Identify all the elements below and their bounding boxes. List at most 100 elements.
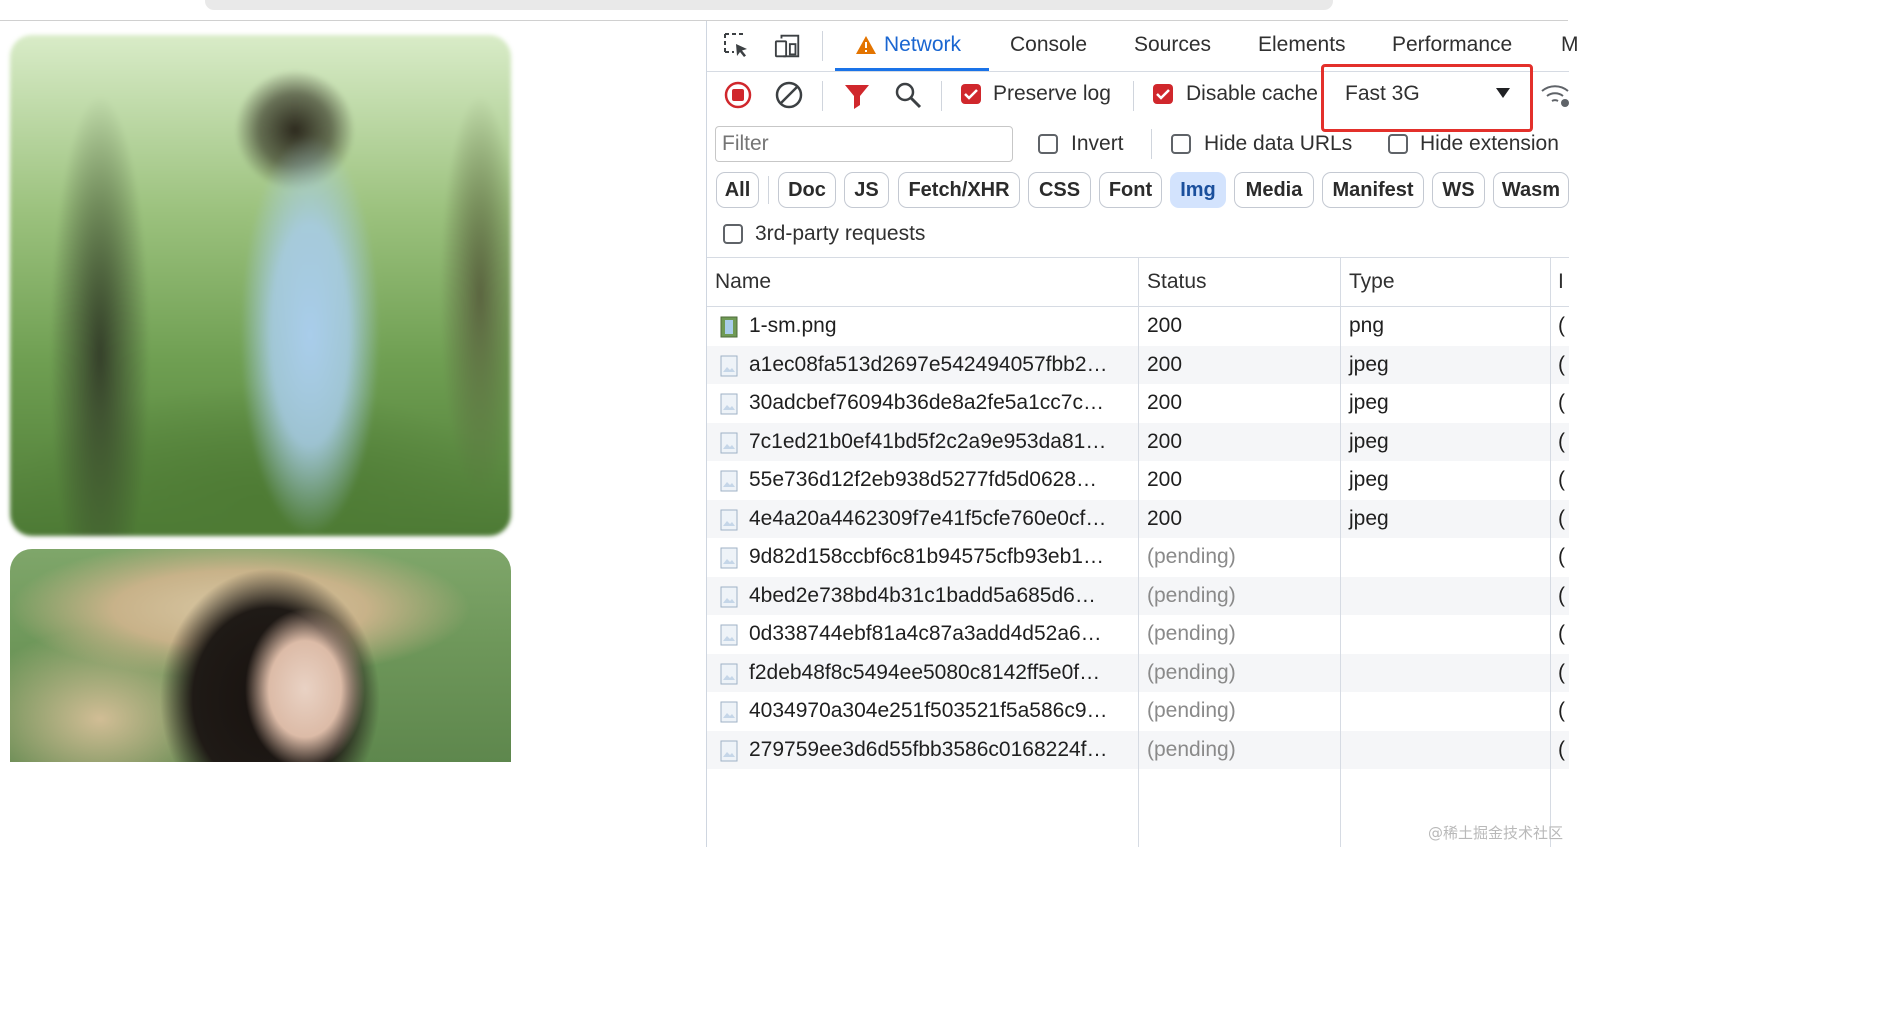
request-name: 9d82d158ccbf6c81b94575cfb93eb1… [749,545,1104,568]
request-name: 0d338744ebf81a4c87a3add4d52a6… [749,622,1102,645]
filter-icon[interactable] [842,81,872,111]
chip-media[interactable]: Media [1234,172,1314,208]
request-initiator: ( [1558,391,1565,414]
tabbar-separator [822,31,823,61]
request-name: 55e736d12f2eb938d5277fd5d0628… [749,468,1098,491]
chip-ws[interactable]: WS [1432,172,1485,208]
check-icon [964,89,978,100]
image-file-icon [720,663,738,685]
request-initiator: ( [1558,661,1565,684]
network-conditions-icon[interactable] [1539,79,1571,109]
address-bar[interactable] [205,0,1333,10]
request-status: 200 [1147,468,1183,491]
chip-doc[interactable]: Doc [778,172,836,208]
request-initiator: ( [1558,622,1565,645]
image-file-icon [720,701,738,723]
tab-console[interactable]: Console [1010,33,1087,57]
column-divider[interactable] [1550,257,1551,847]
column-divider[interactable] [1138,257,1139,847]
hide-data-urls-checkbox[interactable] [1171,134,1191,154]
chevron-down-icon[interactable] [1496,88,1510,98]
image-file-icon [720,509,738,531]
request-name: 1-sm.png [749,314,837,337]
toolbar-separator [1133,81,1134,111]
preserve-log-label[interactable]: Preserve log [993,82,1111,106]
column-header-initiator[interactable]: I [1558,270,1564,294]
tab-sources[interactable]: Sources [1134,33,1211,57]
chip-img[interactable]: Img [1170,172,1226,208]
request-type: jpeg [1349,353,1389,376]
tab-network[interactable]: Network [884,33,961,57]
request-status: (pending) [1147,699,1236,722]
lazy-image-loaded [10,549,511,762]
image-file-icon [720,432,738,454]
record-stop-icon[interactable] [723,80,753,110]
image-file-icon [720,586,738,608]
throttling-select[interactable]: Fast 3G [1345,82,1420,106]
third-party-label[interactable]: 3rd-party requests [755,222,925,246]
invert-checkbox[interactable] [1038,134,1058,154]
toolbar-separator [822,81,823,111]
request-type: jpeg [1349,391,1389,414]
tab-more[interactable]: M [1561,33,1579,57]
request-name: 4034970a304e251f503521f5a586c9… [749,699,1108,722]
chip-fetch-xhr[interactable]: Fetch/XHR [898,172,1020,208]
chip-manifest[interactable]: Manifest [1322,172,1424,208]
browser-top-bar [0,0,1568,21]
devtools-panel: Network Console Sources Elements Perform… [706,21,1579,847]
check-icon [1156,89,1170,100]
third-party-checkbox[interactable] [723,224,743,244]
preserve-log-checkbox[interactable] [961,84,981,104]
request-initiator: ( [1558,353,1565,376]
request-name: 4e4a20a4462309f7e41f5cfe760e0cf… [749,507,1107,530]
chip-js[interactable]: JS [844,172,889,208]
chip-wasm[interactable]: Wasm [1493,172,1569,208]
disable-cache-label[interactable]: Disable cache [1186,82,1318,106]
hide-extension-checkbox[interactable] [1388,134,1408,154]
request-status: 200 [1147,430,1183,453]
request-initiator: ( [1558,699,1565,722]
request-status: 200 [1147,353,1183,376]
warning-icon [856,36,876,54]
request-initiator: ( [1558,430,1565,453]
request-type: png [1349,314,1385,337]
request-initiator: ( [1558,738,1565,761]
toolbar-separator [941,81,942,111]
chip-font[interactable]: Font [1099,172,1162,208]
request-initiator: ( [1558,584,1565,607]
image-file-icon [720,547,738,569]
column-header-name[interactable]: Name [715,270,771,294]
column-header-type[interactable]: Type [1349,270,1395,294]
hide-data-urls-label[interactable]: Hide data URLs [1204,132,1352,156]
png-thumbnail-icon [720,316,738,338]
search-icon[interactable] [893,80,923,110]
request-name: 7c1ed21b0ef41bd5f2c2a9e953da81… [749,430,1107,453]
request-initiator: ( [1558,314,1565,337]
hide-extension-label[interactable]: Hide extension [1420,132,1559,156]
filter-input[interactable] [715,126,1013,162]
request-status: (pending) [1147,622,1236,645]
request-status: 200 [1147,391,1183,414]
request-status: 200 [1147,507,1183,530]
clear-icon[interactable] [774,80,804,110]
request-name: 30adcbef76094b36de8a2fe5a1cc7c… [749,391,1104,414]
device-toolbar-icon[interactable] [774,32,802,60]
image-file-icon [720,740,738,762]
request-type: jpeg [1349,507,1389,530]
chip-all[interactable]: All [716,172,759,208]
invert-label[interactable]: Invert [1071,132,1124,156]
request-initiator: ( [1558,507,1565,530]
request-type: jpeg [1349,468,1389,491]
column-header-status[interactable]: Status [1147,270,1207,294]
request-name: 4bed2e738bd4b31c1badd5a685d6… [749,584,1096,607]
inspect-element-icon[interactable] [723,32,751,60]
request-name: 279759ee3d6d55fbb3586c0168224f… [749,738,1108,761]
chip-css[interactable]: CSS [1028,172,1091,208]
column-divider[interactable] [1340,257,1341,847]
lazy-image-blurred [10,35,511,536]
tab-elements[interactable]: Elements [1258,33,1346,57]
request-status: (pending) [1147,661,1236,684]
request-status: 200 [1147,314,1183,337]
disable-cache-checkbox[interactable] [1153,84,1173,104]
tab-performance[interactable]: Performance [1392,33,1512,57]
